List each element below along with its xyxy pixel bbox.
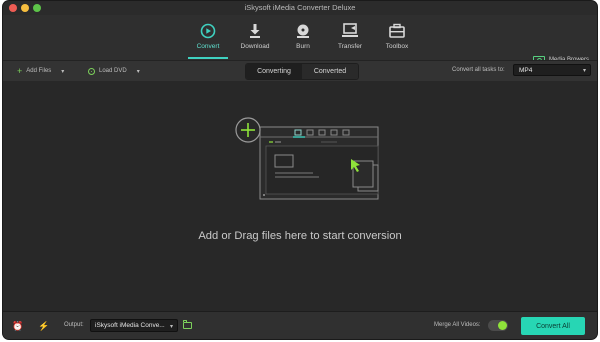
- convert-icon: [200, 23, 216, 39]
- nav-toolbox[interactable]: Toolbox: [367, 19, 427, 59]
- title-bar: iSkysoft iMedia Converter Deluxe: [3, 1, 597, 15]
- toolbox-icon: [389, 23, 405, 38]
- load-dvd-label: Load DVD: [99, 68, 127, 74]
- output-label: Output:: [64, 322, 84, 328]
- merge-toggle-knob: [498, 321, 507, 330]
- add-icon: +: [17, 65, 23, 76]
- transfer-icon: [342, 23, 358, 37]
- convert-all-tasks-label: Convert all tasks to:: [452, 67, 505, 73]
- tab-converted[interactable]: Converted: [302, 64, 358, 79]
- tab-converting[interactable]: Converting: [246, 64, 302, 79]
- add-files-button[interactable]: + Add Files ▾: [17, 65, 64, 77]
- output-format-value: MP4: [519, 66, 533, 74]
- chevron-down-icon: ▾: [582, 68, 586, 74]
- alarm-clock-icon[interactable]: ⏰: [12, 320, 24, 332]
- top-navigation: Convert Download Burn Transfer Toolbox: [3, 15, 597, 65]
- app-window: iSkysoft iMedia Converter Deluxe Convert…: [3, 1, 597, 339]
- load-dvd-button[interactable]: Load DVD ▾: [88, 65, 140, 77]
- dvd-icon: [88, 67, 95, 75]
- output-path-value: iSkysoft iMedia Conve...: [95, 322, 165, 329]
- conversion-area[interactable]: Add or Drag files here to start conversi…: [3, 81, 597, 311]
- load-dvd-dropdown-icon[interactable]: ▾: [137, 68, 140, 75]
- merge-all-videos-label: Merge All Videos:: [434, 322, 481, 328]
- lightning-icon[interactable]: ⚡: [38, 320, 50, 332]
- active-tab-indicator: [188, 57, 228, 59]
- converting-tabs: Converting Converted: [245, 63, 359, 80]
- drop-zone-illustration: [235, 117, 379, 200]
- folder-icon[interactable]: [183, 320, 192, 329]
- bottom-bar: ⏰ ⚡ Output: iSkysoft iMedia Conve... ▾ M…: [3, 311, 597, 339]
- burn-icon: [297, 24, 309, 38]
- add-files-label: Add Files: [26, 68, 52, 74]
- output-format-select[interactable]: MP4 ▾: [513, 64, 591, 76]
- merge-toggle[interactable]: [488, 320, 508, 331]
- drop-instruction: Add or Drag files here to start conversi…: [198, 230, 402, 242]
- window-title: iSkysoft iMedia Converter Deluxe: [244, 3, 356, 12]
- add-files-dropdown-icon[interactable]: ▾: [61, 68, 64, 75]
- output-path-select[interactable]: iSkysoft iMedia Conve... ▾: [90, 319, 178, 332]
- chevron-down-icon: ▾: [169, 324, 173, 330]
- convert-all-button[interactable]: Convert All: [521, 317, 585, 335]
- download-icon: [250, 24, 260, 38]
- nav-toolbox-label: Toolbox: [385, 43, 409, 50]
- toolbar: + Add Files ▾ Load DVD ▾ Converting Conv…: [3, 60, 597, 82]
